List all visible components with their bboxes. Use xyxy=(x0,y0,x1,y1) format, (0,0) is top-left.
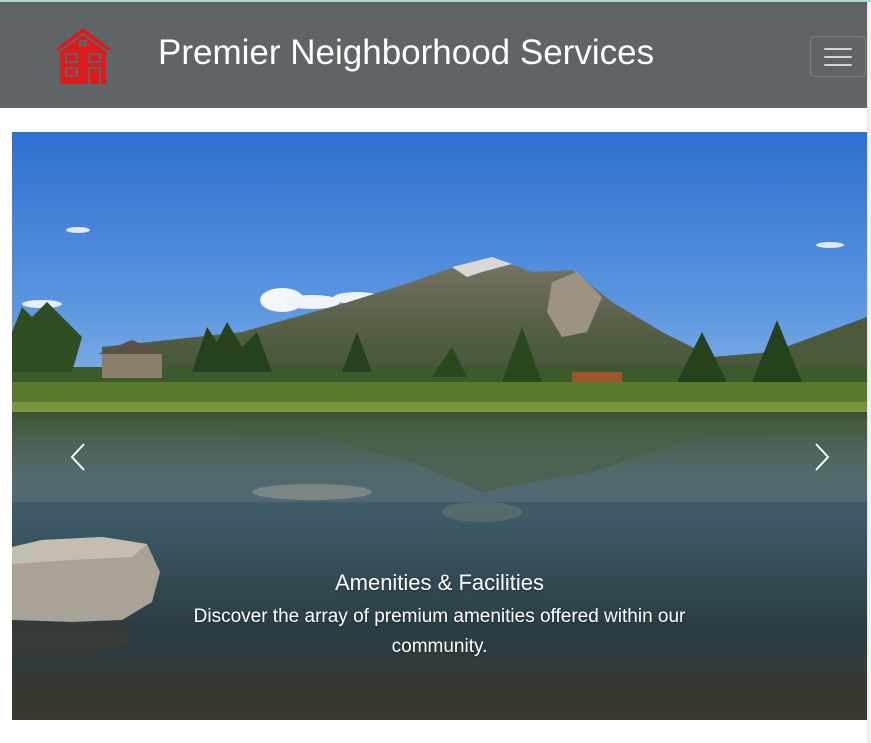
navbar-toggle-button[interactable] xyxy=(810,36,866,77)
chevron-right-icon xyxy=(815,443,830,471)
carousel-next-button[interactable] xyxy=(737,132,867,720)
caption-title: Amenities & Facilities xyxy=(334,570,545,595)
caption-text: Discover the array of premium amenities … xyxy=(193,606,686,657)
chevron-left-icon xyxy=(70,443,85,471)
carousel-prev-button[interactable] xyxy=(12,132,142,720)
navbar: Premier Neighborhood Services xyxy=(0,2,867,108)
page-scrollbar[interactable] xyxy=(867,2,871,743)
site-title[interactable]: Premier Neighborhood Services xyxy=(158,33,654,73)
image-carousel: Amenities & Facilities Discover the arra… xyxy=(12,132,867,720)
hamburger-menu-icon xyxy=(824,48,852,66)
carousel-caption: Amenities & Facilities Discover the arra… xyxy=(142,568,737,662)
house-logo-icon[interactable] xyxy=(52,26,114,86)
